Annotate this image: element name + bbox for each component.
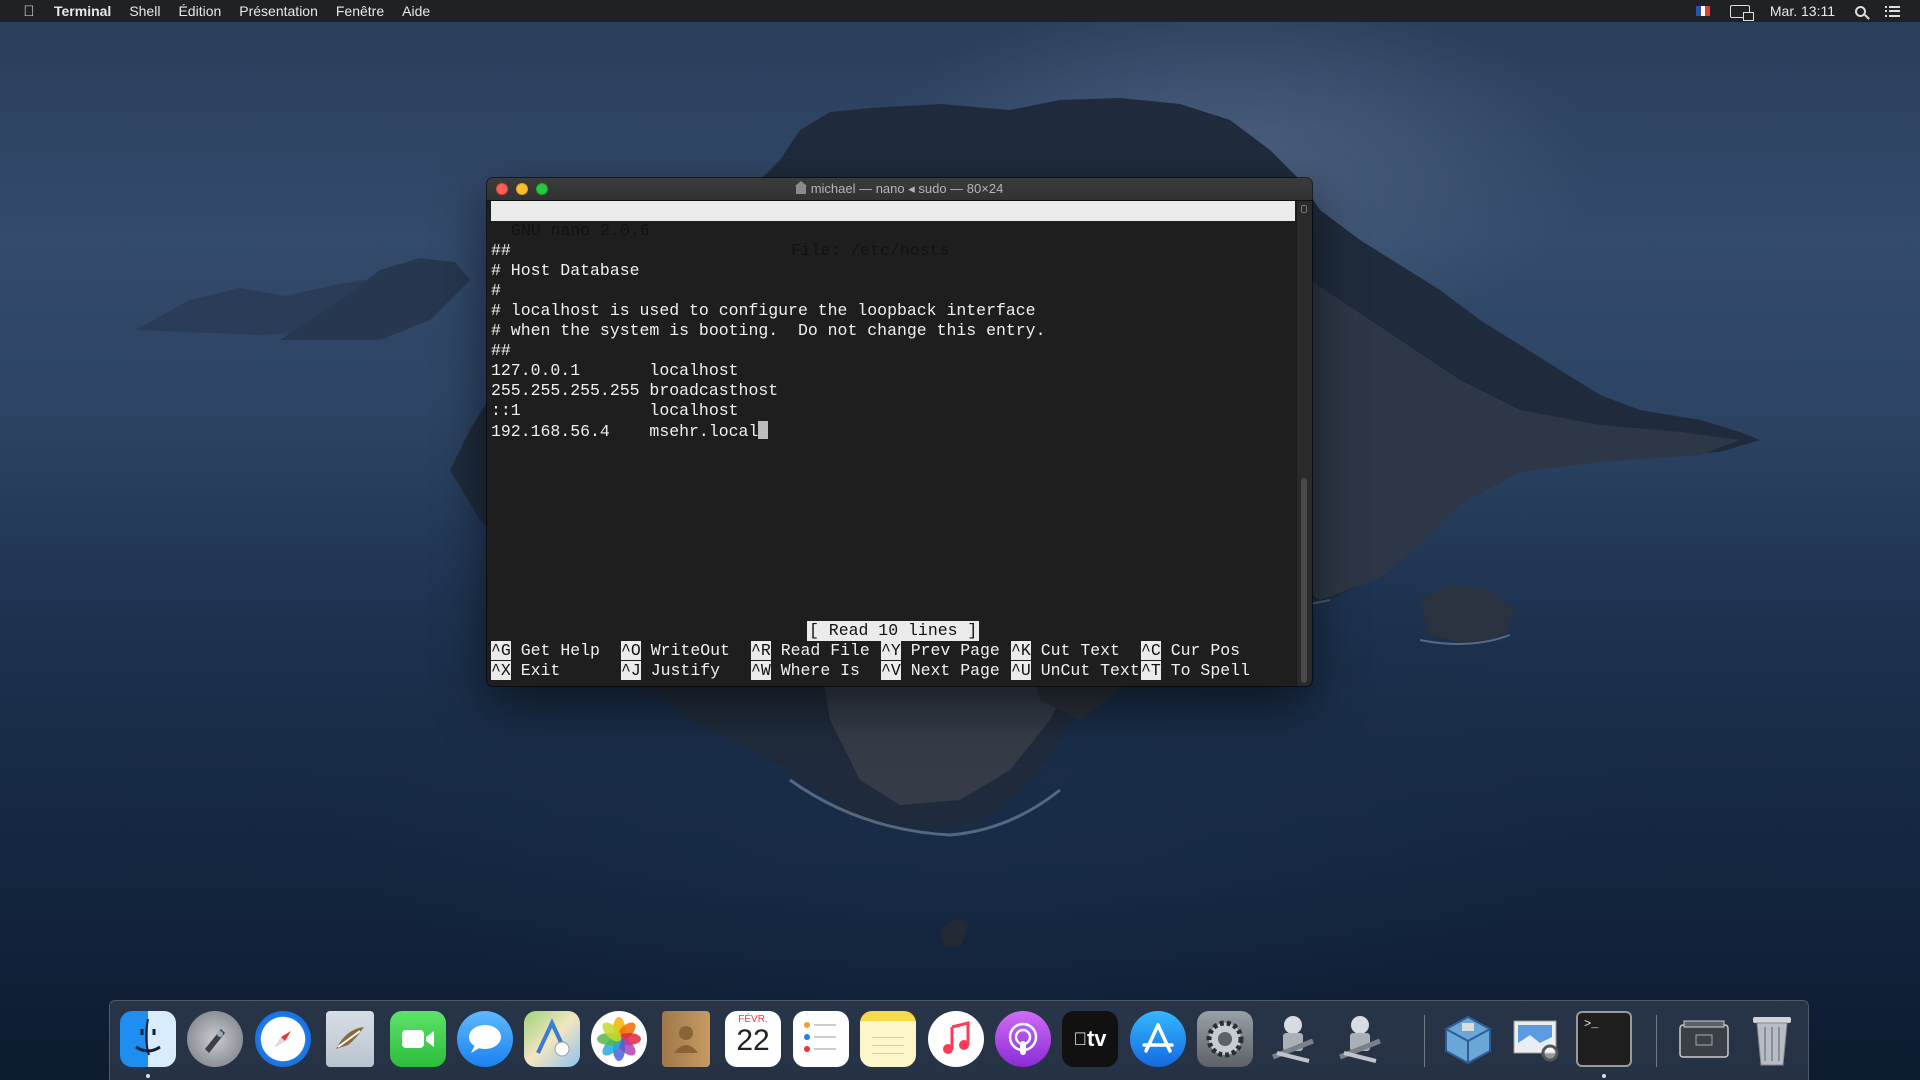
- text-cursor: [758, 421, 769, 439]
- shortcut-uncut-text: ^U UnCut Text: [1011, 661, 1140, 680]
- file-line: # when the system is booting. Do not cha…: [491, 321, 1046, 340]
- dock-music-icon[interactable]: [928, 1011, 984, 1067]
- dock: FÉVR. 22 tv >_: [109, 1000, 1809, 1080]
- dock-mail-icon[interactable]: [326, 1011, 374, 1067]
- airplay-mirror-icon[interactable]: [1729, 4, 1754, 21]
- shortcut-writeout: ^O WriteOut: [621, 641, 730, 660]
- apple-logo-icon: : [1073, 1029, 1087, 1050]
- dock-virtualbox-icon[interactable]: [1440, 1011, 1496, 1067]
- dock-notes-icon[interactable]: [860, 1011, 916, 1067]
- menu-edition[interactable]: Édition: [178, 3, 221, 19]
- dock-preview-icon[interactable]: [1508, 1011, 1564, 1067]
- dock-launchpad-icon[interactable]: [187, 1011, 243, 1067]
- menu-presentation[interactable]: Présentation: [239, 3, 318, 19]
- file-line: # Host Database: [491, 261, 640, 280]
- file-line: #: [491, 281, 501, 300]
- shortcut-read-file: ^R Read File: [751, 641, 870, 660]
- menu-bar:  Terminal Shell Édition Présentation Fe…: [0, 0, 1920, 22]
- minimize-button[interactable]: [516, 183, 528, 195]
- dock-separator: [1656, 1015, 1657, 1067]
- dock-system-preferences-icon[interactable]: [1197, 1011, 1253, 1067]
- dock-maps-icon[interactable]: [524, 1011, 580, 1067]
- dock-terminal-icon[interactable]: >_: [1576, 1011, 1632, 1067]
- dock-facetime-icon[interactable]: [390, 1011, 446, 1067]
- terminal-prompt-icon: >_: [1584, 1017, 1599, 1031]
- scroll-indicator-icon: [1301, 205, 1307, 213]
- menu-clock[interactable]: Mar. 13:11: [1770, 3, 1835, 19]
- dock-automator-icon[interactable]: [1265, 1011, 1321, 1067]
- close-button[interactable]: [496, 183, 508, 195]
- terminal-content[interactable]: GNU nano 2.0.6 File: /etc/hosts ## # Hos…: [491, 201, 1295, 685]
- dock-automator-icon-2[interactable]: [1332, 1011, 1388, 1067]
- file-line-text: 192.168.56.4 msehr.local: [491, 422, 759, 441]
- window-title: michael — nano ◂ sudo — 80×24: [794, 181, 1004, 197]
- file-line: ::1 localhost: [491, 401, 739, 420]
- status-menus: Mar. 13:11: [1695, 0, 1920, 22]
- dock-calendar-icon[interactable]: FÉVR. 22: [725, 1011, 781, 1067]
- french-flag-icon[interactable]: [1695, 6, 1710, 16]
- scrollbar-thumb[interactable]: [1301, 478, 1307, 683]
- nano-header: GNU nano 2.0.6 File: /etc/hosts: [491, 201, 1295, 260]
- dock-contacts-icon[interactable]: [662, 1011, 710, 1067]
- dock-photos-icon[interactable]: [591, 1011, 647, 1067]
- vertical-scrollbar[interactable]: [1296, 201, 1312, 686]
- shortcut-to-spell: ^T To Spell: [1141, 661, 1250, 680]
- dock-finder-icon[interactable]: [120, 1011, 176, 1067]
- zoom-button[interactable]: [536, 183, 548, 195]
- spotlight-search-icon[interactable]: [1855, 5, 1866, 17]
- file-line: 255.255.255.255 broadcasthost: [491, 381, 779, 400]
- menu-aide[interactable]: Aide: [402, 3, 430, 19]
- dock-downloads-stack-icon[interactable]: [1676, 1011, 1732, 1067]
- shortcut-cur-pos: ^C Cur Pos: [1141, 641, 1241, 660]
- running-indicator: [146, 1074, 150, 1078]
- window-title-text: michael — nano ◂ sudo — 80×24: [810, 181, 1004, 196]
- shortcut-where-is: ^W Where Is: [751, 661, 860, 680]
- nano-filename: File: /etc/hosts: [791, 241, 950, 260]
- shortcut-justify: ^J Justify: [621, 661, 721, 680]
- file-line-current: 192.168.56.4 msehr.local: [491, 421, 769, 441]
- dock-tv-icon[interactable]: tv: [1062, 1011, 1118, 1067]
- apple-logo-icon[interactable]: : [20, 3, 38, 20]
- calendar-day: 22: [736, 1024, 770, 1057]
- menu-fenetre[interactable]: Fenêtre: [336, 3, 384, 19]
- file-line: 127.0.0.1 localhost: [491, 361, 739, 380]
- shortcut-prev-page: ^Y Prev Page: [881, 641, 1000, 660]
- dock-messages-icon[interactable]: [457, 1011, 513, 1067]
- notification-center-icon[interactable]: [1885, 5, 1900, 17]
- file-line: # localhost is used to configure the loo…: [491, 301, 1036, 320]
- file-line: ##: [491, 341, 511, 360]
- nano-status-message: [ Read 10 lines ]: [807, 621, 980, 641]
- window-controls: [496, 183, 556, 195]
- tv-label: tv: [1080, 1026, 1107, 1051]
- shortcut-exit: ^X Exit: [491, 661, 561, 680]
- dock-app-store-icon[interactable]: [1130, 1011, 1186, 1067]
- menu-app-name[interactable]: Terminal: [54, 3, 111, 19]
- nano-version: GNU nano 2.0.6: [511, 221, 650, 240]
- shortcut-next-page: ^V Next Page: [881, 661, 1000, 680]
- terminal-window[interactable]: michael — nano ◂ sudo — 80×24 GNU nano 2…: [487, 178, 1312, 686]
- window-titlebar[interactable]: michael — nano ◂ sudo — 80×24: [487, 178, 1312, 201]
- dock-reminders-icon[interactable]: [793, 1011, 849, 1067]
- menu-shell[interactable]: Shell: [129, 3, 160, 19]
- shortcut-get-help: ^G Get Help: [491, 641, 600, 660]
- running-indicator: [1602, 1074, 1606, 1078]
- home-icon: [794, 181, 807, 194]
- dock-separator: [1424, 1015, 1425, 1067]
- file-line: ##: [491, 241, 511, 260]
- dock-podcasts-icon[interactable]: [995, 1011, 1051, 1067]
- dock-safari-icon[interactable]: [255, 1011, 311, 1067]
- dock-trash-icon[interactable]: [1744, 1011, 1800, 1067]
- shortcut-cut-text: ^K Cut Text: [1011, 641, 1120, 660]
